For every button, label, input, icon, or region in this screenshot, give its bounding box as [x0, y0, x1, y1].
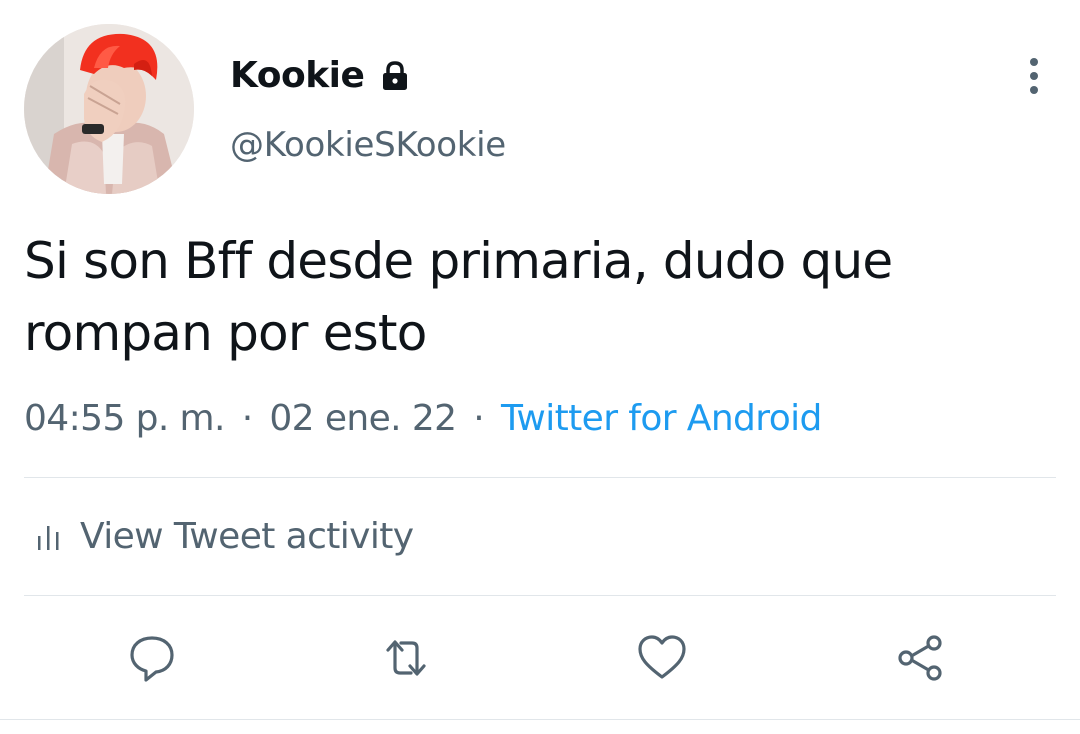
divider [24, 477, 1056, 478]
tweet-date[interactable]: 02 ene. 22 [269, 398, 457, 439]
more-options-button[interactable] [1016, 54, 1052, 98]
share-button[interactable] [892, 630, 948, 686]
meta-separator: · [241, 398, 253, 439]
like-button[interactable] [634, 630, 690, 686]
divider [0, 719, 1080, 720]
vertical-dots-icon-dot [1030, 86, 1038, 94]
avatar[interactable] [24, 24, 194, 194]
heart-icon [638, 635, 686, 679]
share-nodes-icon [898, 635, 942, 681]
tweet-meta: 04:55 p. m. · 02 ene. 22 · Twitter for A… [24, 392, 822, 446]
divider [24, 595, 1056, 596]
speech-bubble-icon [130, 636, 174, 682]
display-name[interactable]: Kookie [230, 52, 365, 100]
view-tweet-activity-button[interactable]: View Tweet activity [36, 510, 414, 564]
retweet-button[interactable] [378, 630, 434, 686]
tweet-source-link[interactable]: Twitter for Android [501, 398, 822, 439]
tweet-text: Si son Bff desde primaria, dudo que romp… [24, 232, 893, 362]
tweet-time[interactable]: 04:55 p. m. [24, 398, 225, 439]
view-tweet-activity-label: View Tweet activity [80, 516, 414, 557]
reply-button[interactable] [124, 630, 180, 686]
author-name-row: Kookie [230, 52, 412, 100]
bar-chart-icon [36, 522, 62, 552]
vertical-dots-icon [1030, 58, 1038, 66]
user-handle[interactable]: @KookieSKookie [230, 122, 506, 168]
avatar-photo [24, 24, 194, 194]
vertical-dots-icon-dot [1030, 72, 1038, 80]
lock-icon [378, 59, 412, 93]
retweet-arrows-icon [386, 640, 426, 676]
meta-separator: · [473, 398, 485, 439]
